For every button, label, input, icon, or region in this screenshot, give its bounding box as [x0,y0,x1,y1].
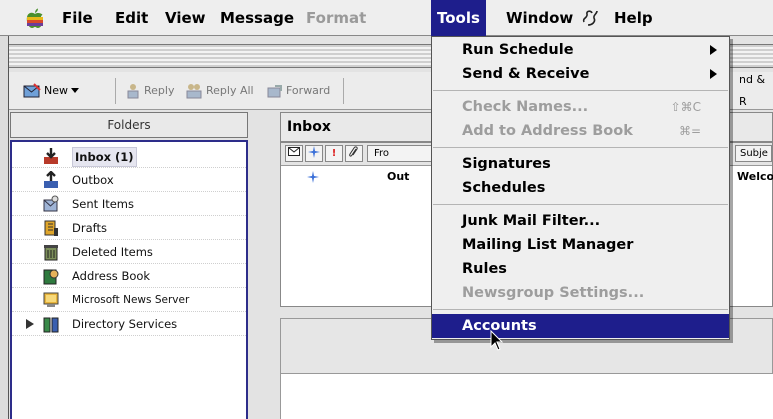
apple-menu-icon[interactable] [25,8,45,30]
menu-item-check-names[interactable]: Check Names... ⇧⌘C [432,95,729,119]
menu-item-label: Signatures [462,156,551,172]
folder-deleted-items[interactable]: Deleted Items [12,240,246,264]
folder-label: Deleted Items [72,245,153,259]
menu-separator [433,147,728,148]
trash-icon [44,245,58,261]
folder-sent-items[interactable]: Sent Items [12,192,246,216]
submenu-arrow-icon [710,45,717,55]
preview-pane [280,374,773,419]
menu-file[interactable]: File [56,0,99,36]
menu-separator [433,204,728,205]
menu-help[interactable]: Help [608,0,659,36]
menu-item-label: Send & Receive [462,66,590,82]
drafts-icon [44,220,58,236]
forward-icon [267,85,282,98]
folders-header: Folders [10,112,248,138]
disclosure-triangle-icon[interactable] [26,319,34,329]
column-subject[interactable]: Subje [735,145,772,162]
menu-item-label: Schedules [462,180,546,196]
address-book-icon [43,269,59,285]
folder-directory-services[interactable]: Directory Services [12,312,246,336]
menu-item-add-to-address-book[interactable]: Add to Address Book ⌘= [432,119,729,143]
folder-label: Address Book [72,269,151,283]
submenu-arrow-icon [710,69,717,79]
reply-all-button-label: Reply All [206,84,254,97]
folder-news-server[interactable]: Microsoft News Server [12,288,246,312]
reply-icon [127,84,139,99]
sent-items-icon [43,195,59,212]
menu-item-label: Add to Address Book [462,123,633,139]
menu-item-label: Rules [462,261,507,277]
menu-item-label: Run Schedule [462,42,574,58]
mouse-pointer-icon [490,330,504,351]
send-receive-label: nd & R [739,73,766,108]
menu-item-label: Check Names... [462,99,589,115]
new-message-icon [23,83,41,98]
priority-icon[interactable]: ! [325,145,343,162]
reply-button[interactable]: Reply [125,80,174,102]
menu-format[interactable]: Format [300,0,372,36]
folder-label: Sent Items [72,197,134,211]
menu-item-send-receive[interactable]: Send & Receive [432,62,729,86]
menu-message[interactable]: Message [214,0,300,36]
folder-label: Outbox [72,173,114,187]
reply-all-button[interactable]: Reply All [185,80,254,102]
directory-icon [43,317,59,333]
menu-item-newsgroup-settings[interactable]: Newsgroup Settings... [432,281,729,305]
reply-all-icon [186,84,202,99]
forward-button[interactable]: Forward [267,80,330,102]
menu-edit[interactable]: Edit [109,0,154,36]
folder-address-book[interactable]: Address Book [12,264,246,288]
menu-shortcut: ⌘= [678,124,701,138]
script-menu-icon[interactable] [580,8,600,28]
menu-item-label: Newsgroup Settings... [462,285,645,301]
folder-outbox[interactable]: Outbox [12,168,246,192]
news-server-icon [43,292,59,307]
sparkle-icon [308,146,320,158]
folder-label: Drafts [72,221,107,235]
forward-button-label: Forward [286,84,331,97]
chevron-down-icon[interactable] [71,88,79,94]
sparkle-icon [307,171,319,183]
menu-item-schedules[interactable]: Schedules [432,176,729,200]
menu-item-rules[interactable]: Rules [432,257,729,281]
column-online-status[interactable] [305,145,323,162]
outbox-icon [44,171,58,188]
menu-view[interactable]: View [159,0,212,36]
folder-drafts[interactable]: Drafts [12,216,246,240]
menu-item-label: Junk Mail Filter... [462,213,601,229]
new-button-label: New [44,84,68,97]
send-receive-button[interactable]: nd & R [739,73,773,108]
inbox-icon [44,148,58,164]
menu-item-mailing-list-manager[interactable]: Mailing List Manager [432,233,729,257]
message-subject: Welco [737,170,773,183]
menu-item-junk-mail-filter[interactable]: Junk Mail Filter... [432,209,729,233]
menu-separator [433,90,728,91]
folder-label: Directory Services [72,317,178,331]
menu-item-label: Mailing List Manager [462,237,634,253]
message-from: Out [387,170,410,183]
folder-label: Inbox (1) [72,147,137,167]
envelope-icon [288,147,300,156]
tools-menu: Run Schedule Send & Receive Check Names.… [431,36,730,340]
folder-label: Microsoft News Server [72,294,190,306]
column-status[interactable] [285,145,303,162]
new-button[interactable]: New [23,80,79,102]
paperclip-icon [349,146,358,157]
menu-separator [433,309,728,310]
reply-button-label: Reply [144,84,175,97]
menu-item-accounts[interactable]: Accounts [432,314,729,338]
menu-bar: File Edit View Message Format Tools Wind… [0,0,773,36]
column-attachment[interactable] [345,145,363,162]
menu-window[interactable]: Window [500,0,579,36]
folder-inbox[interactable]: Inbox (1) [12,144,246,168]
menu-item-run-schedule[interactable]: Run Schedule [432,38,729,62]
menu-tools[interactable]: Tools [431,0,486,36]
menu-item-signatures[interactable]: Signatures [432,152,729,176]
menu-shortcut: ⇧⌘C [670,100,701,114]
folder-list: Inbox (1) Outbox Sent Items Drafts Delet… [10,140,248,419]
